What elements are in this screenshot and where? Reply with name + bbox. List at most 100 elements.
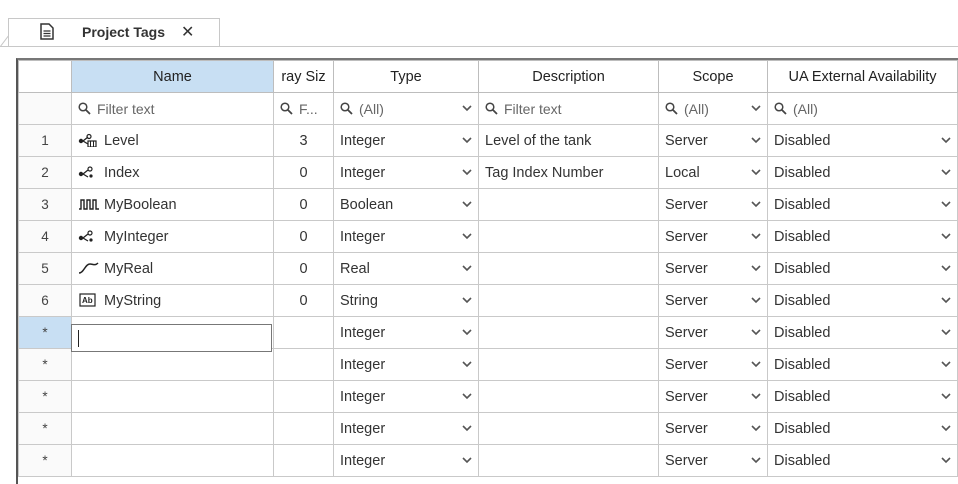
ua-availability-cell[interactable]: Disabled xyxy=(767,444,958,477)
chevron-down-icon[interactable] xyxy=(751,201,761,208)
tab-close-icon[interactable]: ✕ xyxy=(181,22,194,42)
description-cell[interactable] xyxy=(478,188,659,221)
chevron-down-icon[interactable] xyxy=(462,393,472,400)
table-row[interactable]: 1 Level 3 Integer Level of the tank Server Dis… xyxy=(18,124,958,157)
new-row-marker[interactable]: * xyxy=(18,348,72,381)
type-cell[interactable]: Integer xyxy=(333,412,479,445)
chevron-down-icon[interactable] xyxy=(941,201,951,208)
table-row[interactable]: 2 Index 0 Integer Tag Index Number Local Disab… xyxy=(18,156,958,189)
type-cell[interactable]: Boolean xyxy=(333,188,479,221)
chevron-down-icon[interactable] xyxy=(462,169,472,176)
description-cell[interactable] xyxy=(478,444,659,477)
array-size-cell[interactable]: 0 xyxy=(273,284,334,317)
ua-availability-cell[interactable]: Disabled xyxy=(767,188,958,221)
scope-cell[interactable]: Server xyxy=(658,252,768,285)
type-cell[interactable]: Integer xyxy=(333,220,479,253)
chevron-down-icon[interactable] xyxy=(941,137,951,144)
chevron-down-icon[interactable] xyxy=(941,361,951,368)
type-cell[interactable]: Integer xyxy=(333,316,479,349)
array-size-cell[interactable] xyxy=(273,412,334,445)
filter-ua-availability[interactable]: (All) xyxy=(767,92,958,125)
column-header-scope[interactable]: Scope xyxy=(658,60,768,93)
column-header-description[interactable]: Description xyxy=(478,60,659,93)
new-row-marker[interactable]: * xyxy=(18,316,72,349)
row-number[interactable]: 6 xyxy=(18,284,72,317)
chevron-down-icon[interactable] xyxy=(462,329,472,336)
row-number[interactable]: 2 xyxy=(18,156,72,189)
new-row[interactable]: * Integer Server Disabled xyxy=(18,380,958,413)
ua-availability-cell[interactable]: Disabled xyxy=(767,380,958,413)
new-row-marker[interactable]: * xyxy=(18,380,72,413)
tag-name-cell[interactable] xyxy=(71,380,274,413)
chevron-down-icon[interactable] xyxy=(462,425,472,432)
chevron-down-icon[interactable] xyxy=(751,297,761,304)
description-cell[interactable]: Tag Index Number xyxy=(478,156,659,189)
chevron-down-icon[interactable] xyxy=(941,393,951,400)
chevron-down-icon[interactable] xyxy=(941,169,951,176)
array-size-cell[interactable]: 3 xyxy=(273,124,334,157)
chevron-down-icon[interactable] xyxy=(751,105,761,112)
chevron-down-icon[interactable] xyxy=(462,137,472,144)
description-cell[interactable] xyxy=(478,380,659,413)
type-cell[interactable]: Integer xyxy=(333,380,479,413)
new-row[interactable]: * Integer Server Disabled xyxy=(18,444,958,477)
row-number[interactable]: 5 xyxy=(18,252,72,285)
tag-name-cell[interactable]: Ab MyString xyxy=(71,284,274,317)
table-row[interactable]: 6 Ab MyString 0 String Server Disabled xyxy=(18,284,958,317)
description-cell[interactable] xyxy=(478,284,659,317)
column-header-name[interactable]: Name xyxy=(71,60,274,93)
row-number[interactable]: 3 xyxy=(18,188,72,221)
type-cell[interactable]: Real xyxy=(333,252,479,285)
chevron-down-icon[interactable] xyxy=(751,233,761,240)
scope-cell[interactable]: Server xyxy=(658,316,768,349)
filter-description[interactable]: Filter text xyxy=(478,92,659,125)
chevron-down-icon[interactable] xyxy=(751,425,761,432)
tag-name-cell[interactable]: MyBoolean xyxy=(71,188,274,221)
chevron-down-icon[interactable] xyxy=(462,457,472,464)
tag-name-cell[interactable] xyxy=(71,348,274,381)
filter-name[interactable]: Filter text xyxy=(71,92,274,125)
chevron-down-icon[interactable] xyxy=(462,105,472,112)
array-size-cell[interactable] xyxy=(273,380,334,413)
ua-availability-cell[interactable]: Disabled xyxy=(767,252,958,285)
description-cell[interactable] xyxy=(478,316,659,349)
chevron-down-icon[interactable] xyxy=(462,265,472,272)
ua-availability-cell[interactable]: Disabled xyxy=(767,284,958,317)
ua-availability-cell[interactable]: Disabled xyxy=(767,156,958,189)
row-number[interactable]: 1 xyxy=(18,124,72,157)
chevron-down-icon[interactable] xyxy=(941,233,951,240)
filter-scope[interactable]: (All) xyxy=(658,92,768,125)
chevron-down-icon[interactable] xyxy=(941,265,951,272)
array-size-cell[interactable]: 0 xyxy=(273,156,334,189)
ua-availability-cell[interactable]: Disabled xyxy=(767,124,958,157)
ua-availability-cell[interactable]: Disabled xyxy=(767,316,958,349)
chevron-down-icon[interactable] xyxy=(941,329,951,336)
tag-name-cell[interactable]: Index xyxy=(71,156,274,189)
description-cell[interactable] xyxy=(478,220,659,253)
tag-name-cell[interactable]: MyReal xyxy=(71,252,274,285)
scope-cell[interactable]: Server xyxy=(658,412,768,445)
chevron-down-icon[interactable] xyxy=(941,297,951,304)
description-cell[interactable] xyxy=(478,412,659,445)
column-header-array-size[interactable]: ray Siz xyxy=(273,60,334,93)
type-cell[interactable]: Integer xyxy=(333,124,479,157)
chevron-down-icon[interactable] xyxy=(751,361,761,368)
ua-availability-cell[interactable]: Disabled xyxy=(767,412,958,445)
row-number[interactable]: 4 xyxy=(18,220,72,253)
scope-cell[interactable]: Server xyxy=(658,444,768,477)
chevron-down-icon[interactable] xyxy=(751,169,761,176)
chevron-down-icon[interactable] xyxy=(462,361,472,368)
array-size-cell[interactable] xyxy=(273,348,334,381)
description-cell[interactable] xyxy=(478,348,659,381)
array-size-cell[interactable]: 0 xyxy=(273,188,334,221)
scope-cell[interactable]: Server xyxy=(658,220,768,253)
tag-name-cell[interactable] xyxy=(71,444,274,477)
chevron-down-icon[interactable] xyxy=(751,393,761,400)
table-row[interactable]: 4 MyInteger 0 Integer Server Disabled xyxy=(18,220,958,253)
type-cell[interactable]: Integer xyxy=(333,444,479,477)
scope-cell[interactable]: Local xyxy=(658,156,768,189)
scope-cell[interactable]: Server xyxy=(658,348,768,381)
chevron-down-icon[interactable] xyxy=(941,425,951,432)
new-row-marker[interactable]: * xyxy=(18,412,72,445)
column-header-type[interactable]: Type xyxy=(333,60,479,93)
